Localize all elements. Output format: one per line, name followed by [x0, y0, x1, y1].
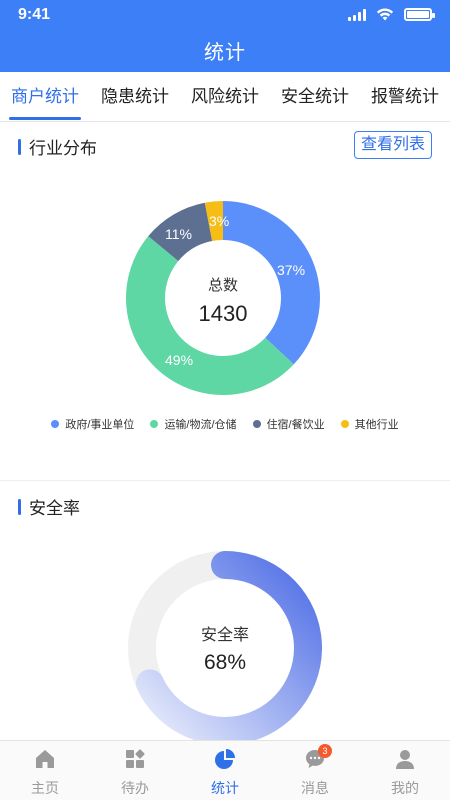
- safety-rate-ring: 安全率 68%: [128, 551, 322, 745]
- section-accent-bar: [18, 138, 21, 155]
- nav-stats[interactable]: 统计: [180, 741, 270, 800]
- todo-grid-icon: [126, 749, 145, 768]
- user-icon: [396, 750, 414, 769]
- legend-label: 其他行业: [354, 419, 399, 431]
- nav-home[interactable]: 主页: [0, 741, 90, 800]
- battery-icon: [404, 8, 435, 21]
- tab-alarm-stats[interactable]: 报警统计: [367, 72, 443, 122]
- nav-todo[interactable]: 待办: [90, 741, 180, 800]
- message-badge: 3: [318, 744, 332, 758]
- legend-item-other[interactable]: 其他行业: [340, 416, 399, 432]
- tab-safety-stats[interactable]: 安全统计: [277, 72, 353, 122]
- slice-label-transport: 49%: [165, 352, 194, 368]
- safety-rate-value: 68%: [203, 651, 247, 674]
- page-title: 统计: [204, 42, 246, 64]
- legend-dot: [150, 420, 159, 428]
- section-divider: [0, 480, 450, 481]
- nav-label: 统计: [211, 780, 239, 796]
- industry-section-title: 行业分布: [18, 134, 97, 159]
- slice-label-lodging: 11%: [165, 226, 192, 242]
- industry-donut-chart: 总数 1430 37% 49% 11% 3%: [125, 200, 321, 396]
- view-list-button[interactable]: 查看列表: [353, 131, 432, 159]
- nav-messages[interactable]: 3 消息: [270, 741, 360, 800]
- nav-label: 主页: [31, 780, 59, 796]
- legend-dot: [51, 420, 60, 428]
- header: 9:41 统计: [0, 0, 450, 72]
- safety-section-title: 安全率: [18, 494, 80, 519]
- tab-hazard-stats[interactable]: 隐患统计: [97, 72, 173, 122]
- nav-label: 我的: [391, 780, 419, 796]
- bottom-nav: 主页 待办 统计 3 消息 我的: [0, 740, 450, 800]
- nav-label: 消息: [301, 780, 329, 796]
- section-accent-bar: [18, 498, 21, 515]
- industry-title-text: 行业分布: [29, 139, 97, 158]
- status-icons: [348, 8, 435, 21]
- legend-item-lodging[interactable]: 住宿/餐饮业: [252, 416, 325, 432]
- tab-bar: 商户统计 隐患统计 风险统计 安全统计 报警统计: [0, 72, 450, 122]
- nav-profile[interactable]: 我的: [360, 741, 450, 800]
- home-icon: [36, 750, 54, 768]
- app: 9:41 统计 商户统计 隐患统计 风险统计 安全统计 报警统计 行业分布 查看…: [0, 0, 450, 800]
- legend-label: 住宿/餐饮业: [266, 419, 325, 431]
- slice-label-gov: 37%: [277, 262, 306, 278]
- safety-rate-label: 安全率: [200, 627, 249, 644]
- donut-center: 总数 1430: [125, 274, 321, 327]
- safety-title-text: 安全率: [29, 499, 80, 518]
- legend-item-transport[interactable]: 运输/物流/仓储: [150, 416, 237, 432]
- cellular-signal-icon: [348, 8, 366, 21]
- nav-label: 待办: [121, 780, 149, 796]
- legend-label: 政府/事业单位: [65, 419, 135, 431]
- slice-label-other: 3%: [209, 213, 230, 229]
- tab-risk-stats[interactable]: 风险统计: [187, 72, 263, 122]
- total-value: 1430: [198, 301, 248, 326]
- legend-dot: [340, 420, 349, 428]
- legend-item-gov[interactable]: 政府/事业单位: [51, 416, 134, 432]
- pie-chart-icon: [215, 749, 235, 769]
- chart-legend: 政府/事业单位 运输/物流/仓储 住宿/餐饮业 其他行业: [0, 416, 450, 432]
- ring-center: 安全率 68%: [128, 621, 322, 675]
- wifi-icon: [376, 8, 394, 21]
- status-time: 9:41: [18, 6, 51, 23]
- legend-dot: [252, 420, 261, 428]
- legend-label: 运输/物流/仓储: [164, 419, 237, 431]
- tab-merchant-stats[interactable]: 商户统计: [7, 72, 83, 122]
